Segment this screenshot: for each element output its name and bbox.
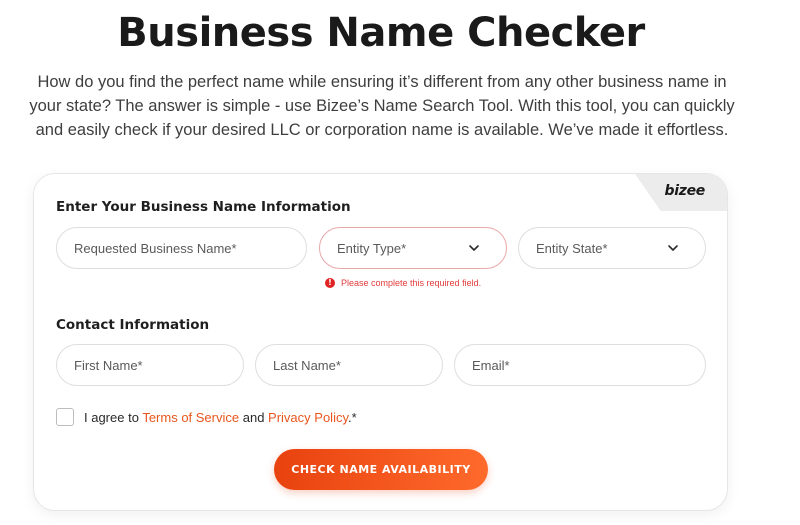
agree-checkbox[interactable] bbox=[56, 408, 74, 426]
first-name-placeholder: First Name* bbox=[74, 357, 143, 373]
contact-section-title: Contact Information bbox=[56, 317, 210, 333]
check-name-availability-button[interactable]: CHECK NAME AVAILABILITY bbox=[274, 449, 488, 490]
error-icon: ! bbox=[325, 278, 335, 288]
agree-text: I agree to Terms of Service and Privacy … bbox=[84, 410, 357, 425]
agree-row: I agree to Terms of Service and Privacy … bbox=[56, 408, 357, 426]
name-checker-form: bizee Enter Your Business Name Informati… bbox=[33, 173, 728, 511]
agree-and: and bbox=[239, 409, 269, 425]
entity-type-select[interactable]: Entity Type* bbox=[319, 227, 507, 269]
email-placeholder: Email* bbox=[472, 357, 510, 373]
business-section-title: Enter Your Business Name Information bbox=[56, 199, 351, 215]
agree-suffix: .* bbox=[348, 409, 357, 425]
business-name-placeholder: Requested Business Name* bbox=[74, 240, 237, 256]
page-title: Business Name Checker bbox=[117, 10, 645, 56]
terms-of-service-link[interactable]: Terms of Service bbox=[142, 410, 239, 425]
chevron-down-icon bbox=[469, 245, 479, 251]
agree-prefix: I agree to bbox=[84, 409, 143, 425]
last-name-placeholder: Last Name* bbox=[273, 357, 341, 373]
email-input[interactable]: Email* bbox=[454, 344, 706, 386]
entity-type-placeholder: Entity Type* bbox=[337, 240, 407, 256]
entity-state-select[interactable]: Entity State* bbox=[518, 227, 706, 269]
entity-state-placeholder: Entity State* bbox=[536, 240, 608, 256]
bizee-logo: bizee bbox=[664, 183, 706, 199]
last-name-input[interactable]: Last Name* bbox=[255, 344, 443, 386]
business-name-input[interactable]: Requested Business Name* bbox=[56, 227, 307, 269]
privacy-policy-link[interactable]: Privacy Policy bbox=[268, 410, 348, 425]
intro-paragraph: How do you find the perfect name while e… bbox=[29, 73, 735, 139]
chevron-down-icon bbox=[668, 245, 678, 251]
first-name-input[interactable]: First Name* bbox=[56, 344, 244, 386]
error-text: Please complete this required field. bbox=[341, 278, 482, 288]
entity-type-error: ! Please complete this required field. bbox=[325, 278, 481, 288]
